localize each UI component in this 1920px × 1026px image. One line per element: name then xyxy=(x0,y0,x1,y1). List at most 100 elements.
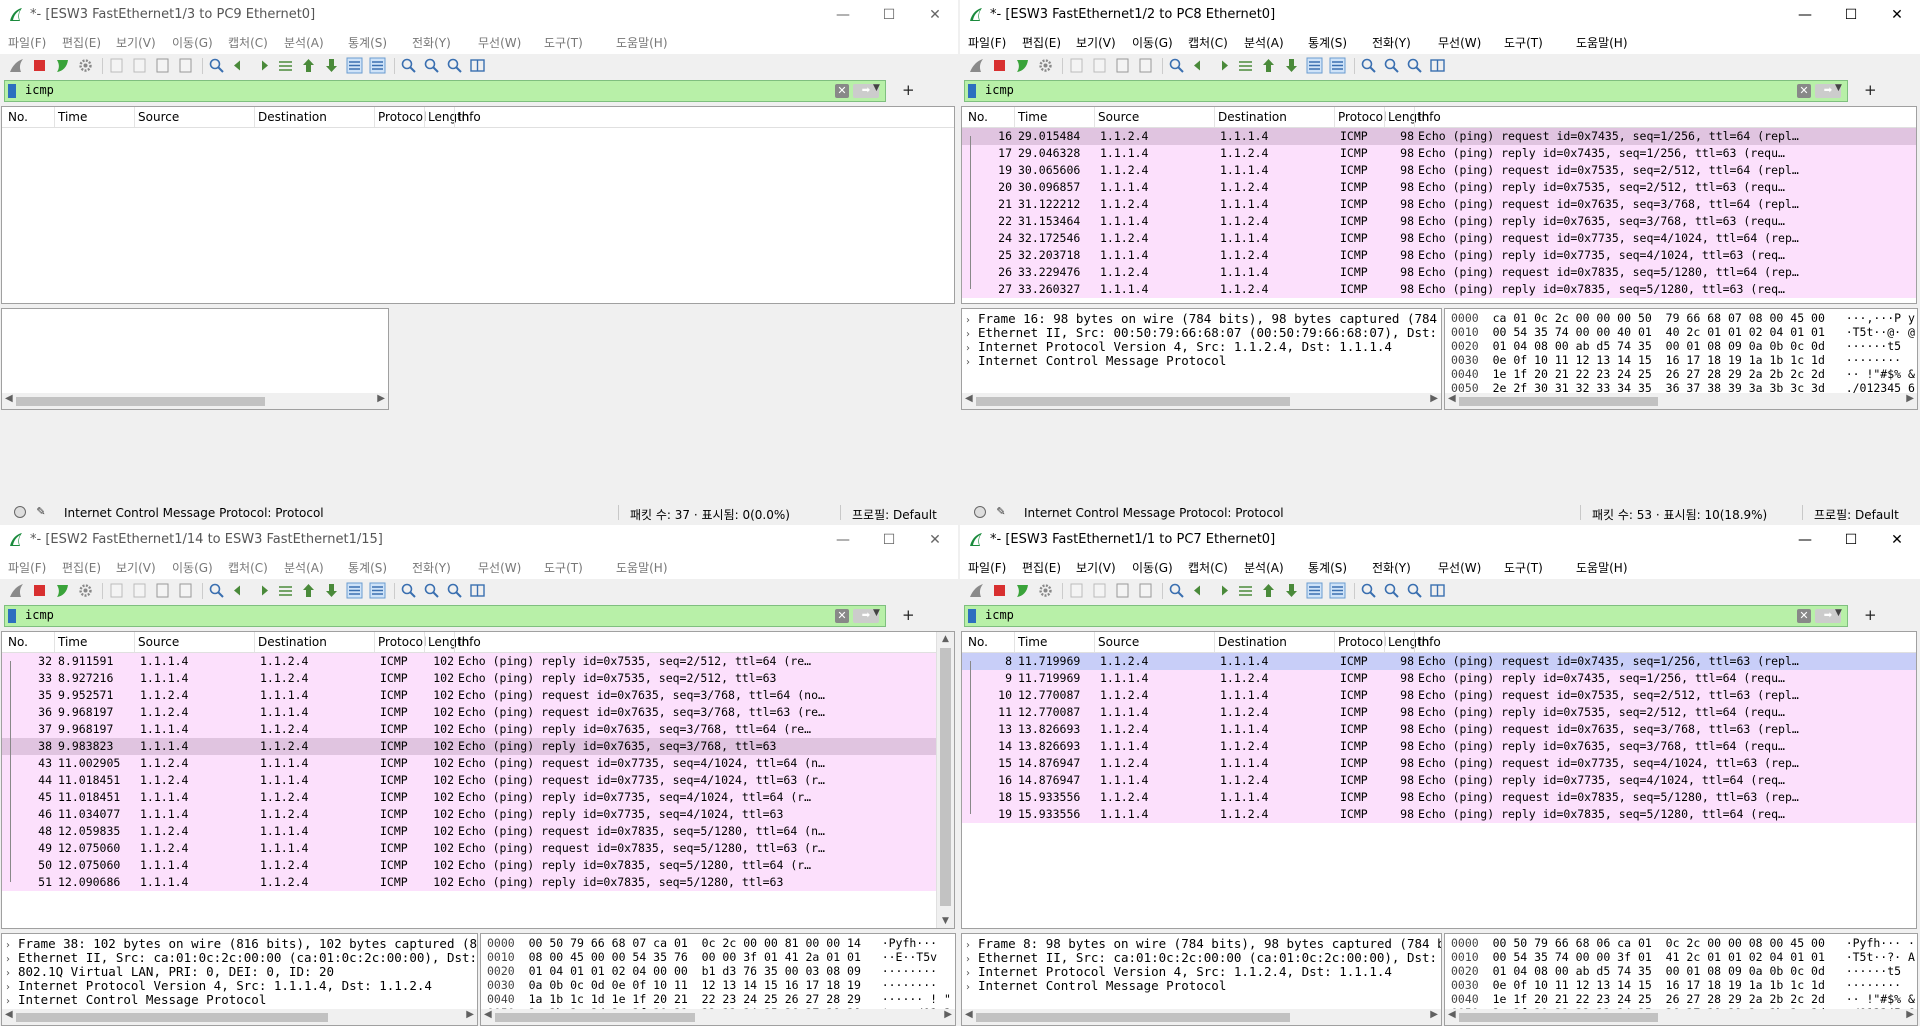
scroll-down-arrow-icon[interactable]: ▼ xyxy=(937,916,954,926)
column-separator[interactable] xyxy=(134,632,135,652)
menu-capture[interactable]: 캡처(C) xyxy=(228,34,268,51)
go-last-icon[interactable] xyxy=(323,582,340,599)
column-separator[interactable] xyxy=(1414,107,1415,127)
packet-row[interactable]: 46 11.034077 1.1.1.4 1.1.2.4 ICMP 102 Echo (pi… xyxy=(2,806,937,823)
scroll-left-arrow-icon[interactable]: ◀ xyxy=(965,1009,973,1020)
colorize-icon[interactable] xyxy=(1329,582,1346,599)
detail-tree-item[interactable]: › Frame 8: 98 bytes on wire (784 bits), 9… xyxy=(966,936,1441,951)
packet-row[interactable]: 43 11.002905 1.1.2.4 1.1.1.4 ICMP 102 Echo (pi… xyxy=(2,755,937,772)
zoom-normal-icon[interactable] xyxy=(446,582,463,599)
bytes-hscrollbar[interactable]: ◀ ▶ xyxy=(481,1009,955,1025)
stop-square-icon[interactable] xyxy=(991,57,1008,74)
close-button[interactable]: ✕ xyxy=(1874,525,1920,555)
zoom-in-icon[interactable] xyxy=(400,582,417,599)
hex-row[interactable]: 0000 00 50 79 66 68 06 ca 01 0c 2c 00 00… xyxy=(1451,936,1915,950)
detail-tree-item[interactable]: › Internet Control Message Protocol xyxy=(966,353,1226,368)
column-header-time[interactable]: Time xyxy=(1018,110,1047,124)
go-first-icon[interactable] xyxy=(300,57,317,74)
filter-history-chevron-down-icon[interactable]: ▼ xyxy=(1835,83,1842,93)
stop-square-icon[interactable] xyxy=(31,582,48,599)
menu-wireless[interactable]: 무선(W) xyxy=(478,34,521,51)
menu-wireless[interactable]: 무선(W) xyxy=(478,559,521,576)
close-file-icon[interactable] xyxy=(1114,582,1131,599)
clear-filter-icon[interactable]: ✕ xyxy=(1797,84,1811,98)
column-separator[interactable] xyxy=(424,107,425,127)
scroll-right-arrow-icon[interactable]: ▶ xyxy=(1906,393,1914,404)
menu-analyze[interactable]: 분석(A) xyxy=(1244,34,1284,51)
scroll-thumb[interactable] xyxy=(1459,397,1658,406)
clear-filter-icon[interactable]: ✕ xyxy=(835,84,849,98)
hex-row[interactable]: 0040 1e 1f 20 21 22 23 24 25 26 27 28 29… xyxy=(1451,367,1915,381)
capture-options-gear-icon[interactable] xyxy=(1037,57,1054,74)
autoscroll-icon[interactable] xyxy=(346,57,363,74)
menu-capture[interactable]: 캡처(C) xyxy=(1188,559,1228,576)
hex-row[interactable]: 0020 01 04 01 01 02 04 00 00 b1 d3 76 35… xyxy=(487,964,937,978)
autoscroll-icon[interactable] xyxy=(346,582,363,599)
go-last-icon[interactable] xyxy=(323,57,340,74)
column-separator[interactable] xyxy=(254,632,255,652)
scroll-thumb[interactable] xyxy=(940,648,951,906)
packet-row[interactable]: 10 12.770087 1.1.2.4 1.1.1.4 ICMP 98 Echo (pin… xyxy=(962,687,1916,704)
hex-row[interactable]: 0020 01 04 08 00 ab d5 74 35 00 01 08 09… xyxy=(1451,339,1901,353)
column-separator[interactable] xyxy=(1214,632,1215,652)
menu-file[interactable]: 파일(F) xyxy=(968,34,1006,51)
packet-row[interactable]: 9 11.719969 1.1.1.4 1.1.2.4 ICMP 98 Echo (ping… xyxy=(962,670,1916,687)
go-first-icon[interactable] xyxy=(1260,57,1277,74)
scroll-left-arrow-icon[interactable]: ◀ xyxy=(1448,1009,1456,1020)
menu-help[interactable]: 도움말(H) xyxy=(1576,559,1628,576)
hex-row[interactable]: 0010 00 54 35 74 00 00 40 01 40 2c 01 01… xyxy=(1451,325,1915,339)
menu-wireless[interactable]: 무선(W) xyxy=(1438,34,1481,51)
menu-help[interactable]: 도움말(H) xyxy=(616,34,668,51)
clear-filter-icon[interactable]: ✕ xyxy=(1797,609,1811,623)
menu-analyze[interactable]: 분석(A) xyxy=(1244,559,1284,576)
autoscroll-icon[interactable] xyxy=(1306,57,1323,74)
scroll-right-arrow-icon[interactable]: ▶ xyxy=(1430,1009,1438,1020)
menu-view[interactable]: 보기(V) xyxy=(116,559,156,576)
menu-wireless[interactable]: 무선(W) xyxy=(1438,559,1481,576)
save-file-icon[interactable] xyxy=(1091,57,1108,74)
close-button[interactable]: ✕ xyxy=(1874,0,1920,30)
menu-view[interactable]: 보기(V) xyxy=(1076,559,1116,576)
detail-tree-item[interactable]: › Internet Protocol Version 4, Src: 1.1.2… xyxy=(966,339,1392,354)
detail-tree-item[interactable]: › Internet Control Message Protocol xyxy=(6,992,266,1007)
hex-row[interactable]: 0040 1a 1b 1c 1d 1e 1f 20 21 22 23 24 25… xyxy=(487,992,951,1006)
scroll-up-arrow-icon[interactable]: ▲ xyxy=(937,634,954,644)
column-header-no[interactable]: No. xyxy=(968,635,988,649)
open-file-icon[interactable] xyxy=(108,57,125,74)
resize-columns-icon[interactable] xyxy=(469,582,486,599)
expand-chevron-right-icon[interactable]: › xyxy=(966,357,970,368)
column-header-protocol[interactable]: Protocol xyxy=(378,110,426,124)
column-header-no[interactable]: No. xyxy=(8,110,28,124)
hex-row[interactable]: 0000 ca 01 0c 2c 00 00 00 50 79 66 68 07… xyxy=(1451,311,1915,325)
column-header-protocol[interactable]: Protocol xyxy=(1338,635,1386,649)
zoom-normal-icon[interactable] xyxy=(1406,582,1423,599)
menu-file[interactable]: 파일(F) xyxy=(968,559,1006,576)
details-hscrollbar[interactable]: ◀ ▶ xyxy=(962,1009,1441,1025)
column-separator[interactable] xyxy=(1014,632,1015,652)
find-packet-icon[interactable] xyxy=(1168,582,1185,599)
packet-row[interactable]: 20 30.096857 1.1.1.4 1.1.2.4 ICMP 98 Echo (pin… xyxy=(962,179,1916,196)
maximize-button[interactable]: ☐ xyxy=(866,525,912,555)
menu-capture[interactable]: 캡처(C) xyxy=(1188,34,1228,51)
restart-icon[interactable] xyxy=(1014,57,1031,74)
hex-row[interactable]: 0010 08 00 45 00 00 54 35 76 00 00 3f 01… xyxy=(487,950,937,964)
shark-fin-start-icon[interactable] xyxy=(8,582,25,599)
add-filter-button-plus-icon[interactable]: + xyxy=(1864,606,1877,624)
zoom-in-icon[interactable] xyxy=(1360,582,1377,599)
packet-row[interactable]: 14 13.826693 1.1.1.4 1.1.2.4 ICMP 98 Echo (pin… xyxy=(962,738,1916,755)
add-filter-button-plus-icon[interactable]: + xyxy=(1864,81,1877,99)
details-hscrollbar[interactable]: ◀ ▶ xyxy=(962,393,1441,409)
filter-bookmark-icon[interactable] xyxy=(8,609,16,623)
shark-fin-start-icon[interactable] xyxy=(8,57,25,74)
packet-row[interactable]: 51 12.090686 1.1.1.4 1.1.2.4 ICMP 102 Echo (pi… xyxy=(2,874,937,891)
zoom-out-icon[interactable] xyxy=(423,582,440,599)
add-filter-button-plus-icon[interactable]: + xyxy=(902,81,915,99)
packet-row[interactable]: 18 15.933556 1.1.2.4 1.1.1.4 ICMP 98 Echo (pin… xyxy=(962,789,1916,806)
expert-info-status-icon[interactable] xyxy=(14,506,26,518)
packet-row[interactable]: 13 13.826693 1.1.2.4 1.1.1.4 ICMP 98 Echo (pin… xyxy=(962,721,1916,738)
open-file-icon[interactable] xyxy=(108,582,125,599)
zoom-out-icon[interactable] xyxy=(1383,57,1400,74)
scroll-right-arrow-icon[interactable]: ▶ xyxy=(1430,393,1438,404)
menu-telephony[interactable]: 전화(Y) xyxy=(1372,34,1411,51)
expand-chevron-right-icon[interactable]: › xyxy=(6,996,10,1007)
